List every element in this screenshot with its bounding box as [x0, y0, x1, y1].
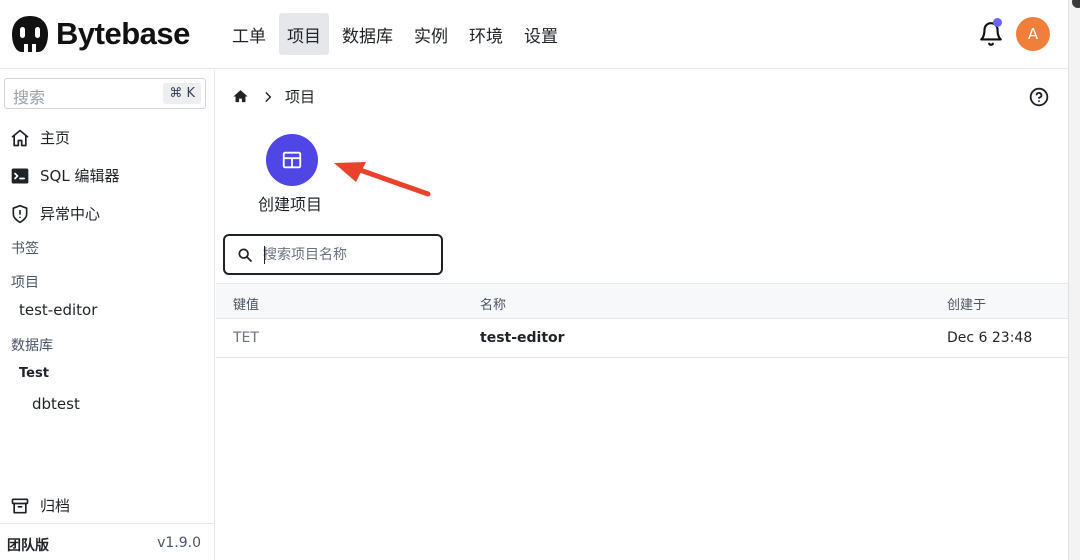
home-icon: [11, 129, 29, 146]
project-search-input[interactable]: [263, 245, 433, 265]
plan-label[interactable]: 团队版: [7, 535, 49, 555]
version-label: v1.9.0: [157, 535, 201, 551]
nav-databases[interactable]: 数据库: [334, 13, 401, 55]
help-icon[interactable]: [1029, 87, 1049, 107]
databases-section-label: 数据库: [11, 338, 53, 354]
breadcrumb: 项目: [232, 86, 315, 107]
sidebar-item-label: 归档: [40, 497, 71, 515]
user-avatar[interactable]: A: [1016, 17, 1050, 51]
nav-environments[interactable]: 环境: [461, 13, 511, 55]
app-logo[interactable]: Bytebase: [10, 14, 190, 54]
cell-created: Dec 6 23:48: [947, 330, 1033, 346]
nav-instances[interactable]: 实例: [406, 13, 456, 55]
notification-dot: [993, 18, 1002, 27]
top-bar: Bytebase 工单 项目 数据库 实例 环境 设置 A: [0, 0, 1068, 69]
text-cursor: [264, 246, 265, 264]
sidebar-search-placeholder: 搜索: [13, 88, 46, 107]
sidebar-item-label: 主页: [40, 129, 71, 147]
create-project-button[interactable]: [266, 134, 318, 186]
search-shortcut-badge: ⌘ K: [163, 83, 201, 104]
main-content: 项目 创建项目 键值 名称 创建于 TET test-editor De: [216, 70, 1068, 560]
home-icon[interactable]: [232, 88, 249, 105]
bookmarks-section-label: 书签: [11, 241, 39, 257]
window-edge: [1068, 0, 1080, 560]
archive-icon: [11, 498, 29, 513]
layout-icon: [282, 151, 302, 169]
notification-button[interactable]: [978, 18, 1004, 48]
sidebar-database-item[interactable]: dbtest: [32, 395, 80, 413]
bytebase-logo-icon: [12, 16, 48, 52]
sidebar-item-label: 异常中心: [40, 205, 101, 223]
project-search-field[interactable]: [223, 234, 443, 275]
create-project-label[interactable]: 创建项目: [258, 191, 322, 215]
shield-alert-icon: [12, 204, 28, 223]
edge-dot: [1072, 0, 1080, 8]
search-icon: [238, 248, 252, 262]
chevron-right-icon: [265, 91, 272, 102]
column-header-key[interactable]: 键值: [233, 294, 259, 313]
main-nav: 工单 项目 数据库 实例 环境 设置: [224, 13, 571, 55]
cell-name: test-editor: [480, 330, 565, 346]
nav-settings[interactable]: 设置: [516, 13, 566, 55]
sidebar-item-anomaly-center[interactable]: 异常中心: [10, 203, 100, 224]
terminal-icon: [11, 168, 29, 183]
annotation-arrow: [334, 162, 431, 197]
projects-section-label: 项目: [11, 275, 39, 291]
sidebar-footer: 团队版 v1.9.0: [0, 523, 214, 560]
app-name: Bytebase: [56, 16, 190, 51]
sidebar-item-archive[interactable]: 归档: [10, 495, 70, 516]
breadcrumb-current: 项目: [285, 88, 316, 106]
sidebar-environment-item[interactable]: Test: [19, 366, 49, 381]
nav-projects[interactable]: 项目: [279, 13, 329, 55]
table-row[interactable]: TET test-editor Dec 6 23:48: [216, 319, 1068, 358]
sidebar: 搜索 ⌘ K 主页 SQL 编辑器 异常中心 书签 项目 test-editor…: [0, 70, 215, 560]
sidebar-item-sql-editor[interactable]: SQL 编辑器: [10, 165, 119, 186]
column-header-created[interactable]: 创建于: [947, 294, 986, 313]
sidebar-project-item[interactable]: test-editor: [19, 301, 97, 319]
table-header: 键值 名称 创建于: [216, 283, 1068, 319]
projects-table: 键值 名称 创建于 TET test-editor Dec 6 23:48: [216, 283, 1068, 358]
nav-issues[interactable]: 工单: [224, 13, 274, 55]
sidebar-item-home[interactable]: 主页: [10, 127, 70, 148]
sidebar-search[interactable]: 搜索 ⌘ K: [4, 78, 206, 109]
column-header-name[interactable]: 名称: [480, 294, 506, 313]
sidebar-item-label: SQL 编辑器: [40, 167, 120, 185]
cell-key: TET: [233, 330, 259, 346]
